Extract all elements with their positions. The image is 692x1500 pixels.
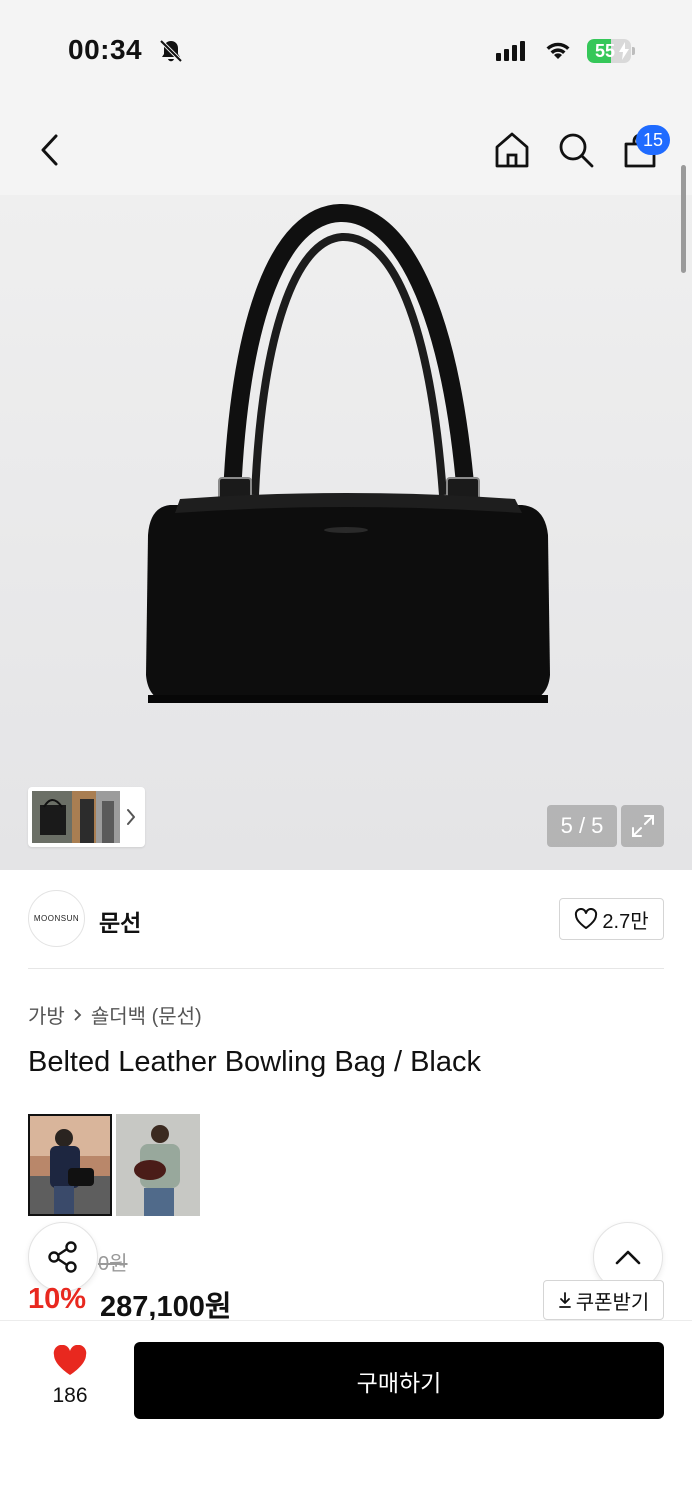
share-button[interactable] <box>28 1222 98 1292</box>
product-bag-image <box>146 203 550 703</box>
heart-outline-icon <box>575 908 598 929</box>
heart-icon <box>53 1344 87 1375</box>
gallery-thumbnail-images <box>32 791 120 843</box>
expand-image-button[interactable] <box>621 805 664 847</box>
chevron-right-icon <box>74 1008 82 1021</box>
silent-bell-icon <box>159 39 183 63</box>
sale-price: 287,100원 <box>100 1291 232 1323</box>
chevron-right-icon <box>127 809 135 825</box>
search-button[interactable] <box>554 128 598 172</box>
product-title: Belted Leather Bowling Bag / Black <box>28 1046 481 1078</box>
discount-rate: 10% <box>28 1283 87 1315</box>
wifi-icon <box>546 42 570 59</box>
breadcrumb-subcategory[interactable]: 숄더백 (문선) <box>91 1000 202 1029</box>
battery-indicator: 55 <box>587 39 631 63</box>
expand-icon <box>631 815 654 837</box>
scroll-indicator <box>681 165 686 273</box>
wishlist-count: 186 <box>52 1384 88 1407</box>
chevron-left-icon <box>41 134 58 166</box>
share-icon <box>48 1241 77 1273</box>
brand-like-count: 2.7만 <box>602 910 649 933</box>
cellular-signal-icon <box>496 41 525 61</box>
breadcrumb-category[interactable]: 가방 <box>28 1000 65 1029</box>
product-image[interactable] <box>0 195 692 870</box>
style-photo-thumbnail[interactable] <box>28 1114 112 1216</box>
style-photo-image <box>30 1116 110 1214</box>
brand-logo[interactable]: MOONSUN <box>28 890 85 947</box>
download-icon <box>558 1292 571 1308</box>
top-bar: 00:34 55 15 <box>0 0 692 195</box>
home-icon <box>495 132 529 168</box>
style-photo-thumbnail[interactable] <box>116 1114 200 1216</box>
divider <box>28 968 664 969</box>
home-button[interactable] <box>490 128 534 172</box>
wishlist-button[interactable]: 186 <box>40 1344 100 1408</box>
coupon-label: 쿠폰받기 <box>575 1291 650 1314</box>
style-photo-image <box>116 1114 200 1216</box>
back-button[interactable] <box>30 130 70 170</box>
charging-bolt-icon <box>619 42 629 60</box>
gallery-counter: 5 / 5 <box>547 805 617 847</box>
battery-cap <box>632 47 635 55</box>
chevron-up-icon <box>615 1250 641 1265</box>
gallery-thumbnail-strip[interactable] <box>28 787 145 847</box>
search-icon <box>559 133 594 168</box>
cart-count-badge: 15 <box>636 125 670 155</box>
coupon-download-button[interactable]: 쿠폰받기 <box>543 1280 664 1320</box>
brand-like-button[interactable]: 2.7만 <box>559 898 664 940</box>
original-price: 0원 <box>98 1253 128 1275</box>
breadcrumb: 가방 숄더백 (문선) <box>28 1000 202 1029</box>
buy-button[interactable]: 구매하기 <box>134 1342 664 1419</box>
brand-name[interactable]: 문선 <box>99 904 141 938</box>
status-time: 00:34 <box>68 34 143 65</box>
